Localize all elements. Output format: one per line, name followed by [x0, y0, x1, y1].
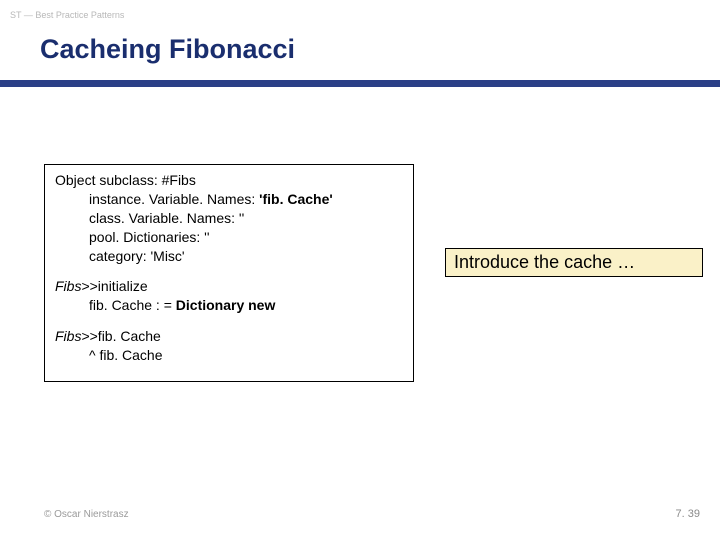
code-text: fib. Cache : =	[89, 297, 176, 313]
code-bold: Dictionary new	[176, 297, 276, 313]
code-block: Object subclass: #Fibs instance. Variabl…	[44, 164, 414, 382]
code-text: >>initialize	[81, 278, 147, 294]
code-line: fib. Cache : = Dictionary new	[55, 296, 403, 315]
callout-box: Introduce the cache …	[445, 248, 703, 277]
code-block-3: Fibs>>fib. Cache ^ fib. Cache	[55, 327, 403, 365]
code-line: class. Variable. Names: ''	[55, 209, 403, 228]
code-block-1: Object subclass: #Fibs instance. Variabl…	[55, 171, 403, 265]
code-text: instance. Variable. Names:	[89, 191, 259, 207]
code-line: Fibs>>fib. Cache	[55, 328, 161, 344]
code-bold: 'fib. Cache'	[259, 191, 333, 207]
code-text: >>fib. Cache	[81, 328, 160, 344]
code-italic: Fibs	[55, 328, 81, 344]
code-text: category:	[89, 248, 150, 264]
code-text: ''	[239, 210, 244, 226]
footer-page-number: 7. 39	[676, 508, 700, 520]
code-text: ''	[204, 229, 209, 245]
footer-copyright: © Oscar Nierstrasz	[44, 509, 129, 520]
code-text: 'Misc'	[150, 248, 184, 264]
code-line: instance. Variable. Names: 'fib. Cache'	[55, 190, 403, 209]
code-line: pool. Dictionaries: ''	[55, 228, 403, 247]
title-rule	[0, 80, 720, 87]
code-line: Object subclass: #Fibs	[55, 172, 196, 188]
callout-text: Introduce the cache …	[454, 252, 635, 272]
code-block-2: Fibs>>initialize fib. Cache : = Dictiona…	[55, 277, 403, 315]
kicker-text: ST — Best Practice Patterns	[10, 10, 124, 20]
code-line: ^ fib. Cache	[55, 346, 403, 365]
code-italic: Fibs	[55, 278, 81, 294]
page-title: Cacheing Fibonacci	[40, 34, 295, 65]
code-line: Fibs>>initialize	[55, 278, 148, 294]
code-text: pool. Dictionaries:	[89, 229, 204, 245]
code-text: class. Variable. Names:	[89, 210, 239, 226]
code-line: category: 'Misc'	[55, 247, 403, 266]
